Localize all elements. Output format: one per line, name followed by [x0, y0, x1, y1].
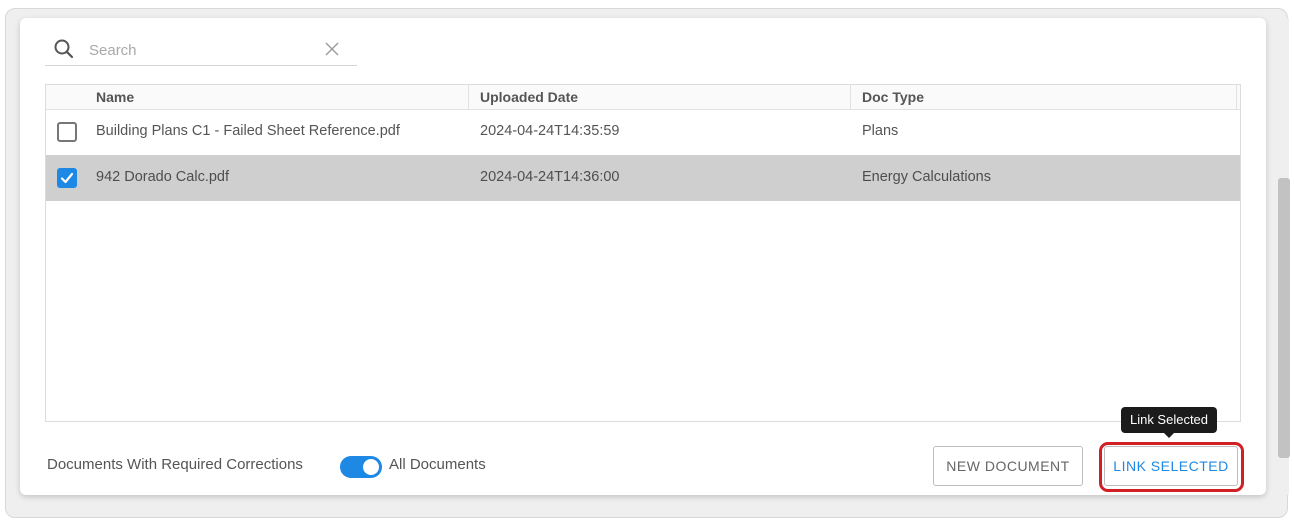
- close-icon[interactable]: [323, 40, 341, 58]
- table-row-selected[interactable]: 942 Dorado Calc.pdf 2024-04-24T14:36:00 …: [46, 155, 1240, 201]
- column-divider[interactable]: [850, 85, 851, 109]
- search-bar: [45, 35, 357, 66]
- uploaded-date: 2024-04-24T14:36:00: [480, 169, 620, 185]
- toggle-knob: [363, 459, 379, 475]
- link-selected-button[interactable]: LINK SELECTED: [1104, 446, 1238, 486]
- column-header-doc-type[interactable]: Doc Type: [862, 89, 924, 105]
- scrollbar-thumb[interactable]: [1278, 178, 1290, 458]
- column-header-name[interactable]: Name: [96, 89, 134, 105]
- column-divider[interactable]: [468, 85, 469, 109]
- column-divider[interactable]: [1236, 85, 1237, 109]
- toggle-label-required-corrections: Documents With Required Corrections: [47, 456, 303, 473]
- toggle-label-all-documents: All Documents: [389, 456, 486, 473]
- table-header: Name Uploaded Date Doc Type: [46, 85, 1240, 110]
- search-icon: [53, 38, 75, 60]
- doc-type: Energy Calculations: [862, 169, 991, 185]
- new-document-button[interactable]: NEW DOCUMENT: [933, 446, 1083, 486]
- documents-filter-toggle[interactable]: [340, 456, 382, 478]
- doc-type: Plans: [862, 123, 899, 139]
- table-row[interactable]: Building Plans C1 - Failed Sheet Referen…: [46, 109, 1240, 155]
- link-selected-tooltip: Link Selected: [1121, 407, 1217, 433]
- doc-name: Building Plans C1 - Failed Sheet Referen…: [96, 123, 400, 139]
- row-checkbox-checked[interactable]: [57, 168, 77, 188]
- check-icon: [60, 172, 74, 184]
- uploaded-date: 2024-04-24T14:35:59: [480, 123, 620, 139]
- tooltip-arrow: [1163, 432, 1175, 438]
- column-header-uploaded-date[interactable]: Uploaded Date: [480, 89, 578, 105]
- documents-table: Name Uploaded Date Doc Type Building Pla…: [45, 84, 1241, 422]
- doc-name: 942 Dorado Calc.pdf: [96, 169, 229, 185]
- search-input[interactable]: [87, 39, 311, 61]
- row-checkbox[interactable]: [57, 122, 77, 142]
